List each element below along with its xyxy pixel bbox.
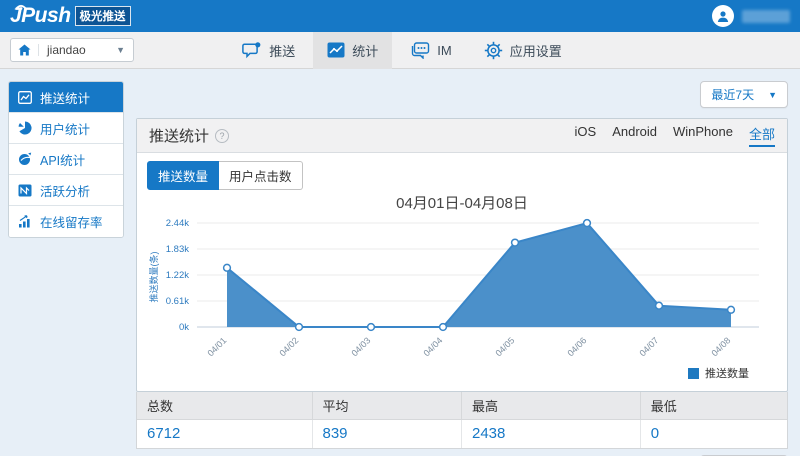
gear-icon	[484, 41, 502, 59]
sidebar-item-label: 在线留存率	[40, 216, 103, 230]
tab-settings-label: 应用设置	[509, 43, 562, 59]
summary-col-max: 最高	[462, 392, 641, 420]
summary-val-average: 839	[312, 420, 462, 448]
app-selector-dropdown[interactable]: jiandao ▼	[10, 38, 134, 62]
nav-tabs: 推送 统计 IM 应用设置	[134, 31, 670, 69]
svg-text:04/07: 04/07	[637, 335, 660, 358]
user-avatar[interactable]	[712, 5, 734, 27]
svg-text:04/03: 04/03	[349, 335, 372, 358]
svg-text:0.61k: 0.61k	[166, 296, 189, 307]
svg-text:1.22k: 1.22k	[166, 270, 189, 281]
activity-chart-icon	[18, 184, 32, 196]
platform-android[interactable]: Android	[612, 124, 657, 147]
chevron-down-icon: ▼	[768, 89, 777, 100]
push-stats-panel: 推送统计 ? iOS Android WinPhone 全部 推送数量 用户点击…	[136, 118, 788, 392]
home-icon	[11, 44, 39, 56]
chat-bubble-badge-icon	[242, 41, 261, 58]
platform-all[interactable]: 全部	[748, 124, 775, 147]
summary-col-average: 平均	[312, 392, 462, 420]
pie-chart-icon	[18, 121, 32, 135]
antenna-icon	[14, 4, 28, 10]
summary-val-min: 0	[640, 420, 787, 448]
tab-push[interactable]: 推送	[228, 32, 309, 69]
chart-title: 04月01日-04月08日	[396, 195, 528, 212]
sidebar-item-label: 活跃分析	[40, 184, 91, 199]
sidebar-item-label: API统计	[40, 153, 86, 168]
line-chart-icon	[327, 42, 345, 58]
jpush-logo[interactable]: JPush 极光推送	[10, 4, 131, 28]
toggle-push-count[interactable]: 推送数量	[147, 161, 220, 190]
svg-text:2.44k: 2.44k	[166, 218, 189, 229]
sidebar-item-label: 推送统计	[40, 91, 91, 106]
sidebar: 推送统计 用户统计 API统计 活跃分析 在线留存率	[8, 81, 124, 238]
tab-settings[interactable]: 应用设置	[470, 32, 576, 69]
sidebar-item-label: 用户统计	[40, 122, 91, 137]
primary-nav: jiandao ▼ 推送 统计 IM 应用设置	[0, 31, 800, 69]
svg-text:04/01: 04/01	[205, 335, 228, 358]
summary-val-max: 2438	[462, 420, 641, 448]
sidebar-item-user-stats[interactable]: 用户统计	[9, 113, 123, 144]
summary-col-min: 最低	[640, 392, 787, 420]
tab-push-label: 推送	[269, 43, 296, 59]
api-globe-icon	[19, 152, 32, 165]
metric-toggle-group: 推送数量 用户点击数	[147, 161, 303, 190]
tab-im-label: IM	[437, 42, 452, 58]
sidebar-item-online-retention[interactable]: 在线留存率	[9, 206, 123, 237]
svg-text:04/06: 04/06	[565, 335, 588, 358]
svg-text:0k: 0k	[179, 322, 189, 333]
summary-col-total: 总数	[137, 392, 313, 420]
date-range-label: 最近7天	[711, 88, 755, 102]
tab-stats-label: 统计	[352, 43, 379, 59]
platform-filters: iOS Android WinPhone 全部	[575, 124, 775, 147]
svg-text:04/02: 04/02	[277, 335, 300, 358]
im-messages-icon	[412, 41, 430, 59]
username-blurred[interactable]	[742, 9, 790, 23]
toggle-user-clicks[interactable]: 用户点击数	[219, 161, 303, 190]
tab-im[interactable]: IM	[396, 32, 465, 69]
summary-val-total: 6712	[137, 420, 313, 448]
svg-text:推送数量(条): 推送数量(条)	[148, 252, 159, 303]
sidebar-item-activity-analysis[interactable]: 活跃分析	[9, 175, 123, 206]
help-icon[interactable]: ?	[215, 128, 230, 143]
area-chart: 0k 0.61k 1.22k 1.83k 2.44k 推送数量(条) 04/01 04/02 0…	[148, 218, 759, 358]
chart-legend: 推送数量	[147, 365, 777, 385]
sidebar-item-push-stats[interactable]: 推送统计	[9, 82, 123, 113]
svg-text:04/04: 04/04	[421, 335, 444, 358]
date-range-dropdown-top[interactable]: 最近7天 ▼	[700, 81, 788, 108]
app-header: JPush 极光推送	[0, 0, 800, 32]
retention-bars-icon	[19, 215, 30, 228]
tab-stats[interactable]: 统计	[313, 31, 393, 69]
push-stats-icon	[18, 90, 32, 104]
legend-label: 推送数量	[705, 368, 749, 380]
app-selector-label: jiandao	[47, 43, 86, 57]
svg-text:1.83k: 1.83k	[166, 244, 189, 255]
panel-title: 推送统计	[149, 128, 210, 145]
chevron-down-icon: ▼	[116, 45, 125, 55]
person-icon	[717, 11, 729, 22]
platform-ios[interactable]: iOS	[575, 124, 597, 147]
summary-table: 总数 平均 最高 最低 6712 839 2438 0	[136, 392, 788, 449]
platform-winphone[interactable]: WinPhone	[673, 124, 733, 147]
sidebar-item-api-stats[interactable]: API统计	[9, 144, 123, 175]
legend-swatch	[688, 367, 699, 379]
svg-text:04/08: 04/08	[709, 335, 732, 358]
logo-badge: 极光推送	[74, 6, 131, 26]
svg-text:04/05: 04/05	[493, 335, 516, 358]
